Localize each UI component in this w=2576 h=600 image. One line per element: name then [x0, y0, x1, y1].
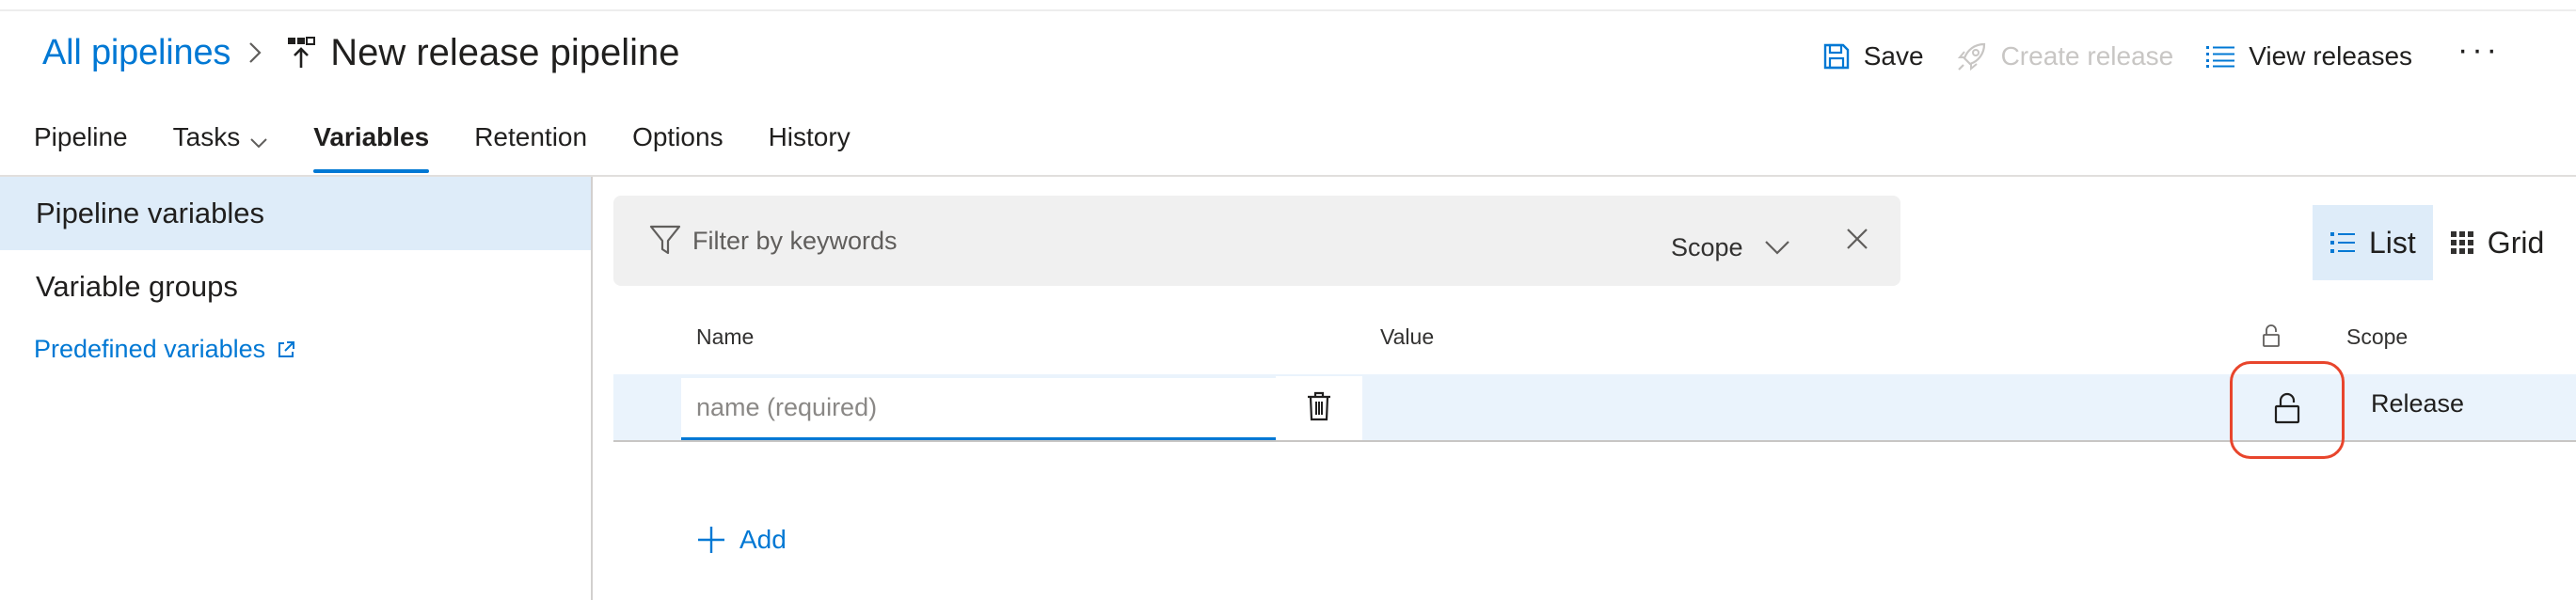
tab-variables[interactable]: Variables	[313, 111, 429, 177]
filter-bar: Scope	[613, 196, 1900, 286]
list-icon	[2330, 230, 2356, 255]
view-releases-label: View releases	[2249, 41, 2413, 71]
column-header-name: Name	[696, 324, 755, 349]
view-releases-button[interactable]: View releases	[2205, 41, 2412, 71]
filter-keywords-input[interactable]	[692, 214, 1539, 267]
predefined-variables-link[interactable]: Predefined variables	[34, 335, 295, 364]
chevron-down-icon	[1764, 233, 1790, 262]
plus-icon	[696, 525, 726, 555]
list-view-button[interactable]: List	[2313, 205, 2433, 280]
close-icon[interactable]	[1844, 226, 1870, 257]
sidebar-item-pipeline-variables[interactable]: Pipeline variables	[0, 177, 591, 250]
header-actions: Save Create release View releases ···	[1822, 32, 2576, 81]
variables-side-nav: Pipeline variables Variable groups Prede…	[0, 177, 593, 600]
sidebar-item-label: Pipeline variables	[36, 197, 264, 229]
tab-label: Tasks	[172, 122, 241, 151]
tab-history[interactable]: History	[769, 111, 851, 177]
grid-icon	[2450, 230, 2474, 255]
rocket-icon	[1956, 40, 1988, 72]
trash-icon	[1307, 391, 1331, 426]
create-release-label: Create release	[2000, 41, 2174, 71]
tab-label: Variables	[313, 122, 430, 151]
save-button[interactable]: Save	[1822, 41, 1924, 71]
list-view-label: List	[2369, 225, 2416, 260]
tab-tasks[interactable]: Tasks	[173, 111, 269, 177]
lock-icon	[2262, 324, 2281, 353]
page-title: New release pipeline	[330, 31, 680, 73]
chevron-down-icon	[249, 126, 268, 156]
variable-scope[interactable]: Release	[2371, 389, 2464, 418]
column-header-scope: Scope	[2346, 324, 2409, 349]
save-label: Save	[1863, 41, 1924, 71]
tab-options[interactable]: Options	[632, 111, 724, 177]
external-link-icon	[277, 340, 295, 359]
filter-icon	[649, 224, 681, 261]
tab-retention[interactable]: Retention	[474, 111, 587, 177]
scope-dropdown[interactable]: Scope	[1671, 233, 1790, 262]
create-release-button[interactable]: Create release	[1956, 40, 2174, 72]
top-divider	[0, 9, 2576, 11]
tab-pipeline[interactable]: Pipeline	[34, 111, 128, 177]
save-icon	[1822, 42, 1851, 71]
list-icon	[2205, 44, 2235, 69]
view-toggle: List Grid	[2313, 205, 2561, 280]
tab-label: Options	[632, 122, 724, 151]
add-label: Add	[739, 525, 787, 554]
add-variable-button[interactable]: Add	[696, 525, 787, 555]
delete-variable-button[interactable]	[1276, 376, 1362, 440]
breadcrumb: All pipelines New release pipeline	[42, 26, 680, 79]
lock-icon	[2273, 391, 2301, 430]
sidebar-item-variable-groups[interactable]: Variable groups	[0, 250, 591, 324]
all-pipelines-link[interactable]: All pipelines	[42, 33, 231, 73]
tab-label: Pipeline	[34, 122, 128, 151]
variable-name-input[interactable]	[681, 378, 1276, 440]
grid-view-button[interactable]: Grid	[2433, 205, 2561, 280]
tab-label: Retention	[474, 122, 588, 151]
secret-toggle-button[interactable]	[2230, 361, 2345, 459]
sidebar-item-label: Variable groups	[36, 270, 238, 303]
column-header-value: Value	[1380, 324, 1435, 349]
pipeline-tabs: Pipeline Tasks Variables Retention Optio…	[34, 111, 896, 177]
tab-label: History	[768, 122, 851, 151]
scope-dropdown-label: Scope	[1671, 233, 1743, 261]
grid-view-label: Grid	[2487, 225, 2545, 260]
chevron-right-icon	[247, 40, 262, 65]
more-options-button[interactable]: ···	[2457, 34, 2501, 79]
link-label: Predefined variables	[34, 335, 266, 363]
release-pipeline-icon	[287, 37, 316, 69]
variable-value-input[interactable]	[1366, 376, 2232, 440]
